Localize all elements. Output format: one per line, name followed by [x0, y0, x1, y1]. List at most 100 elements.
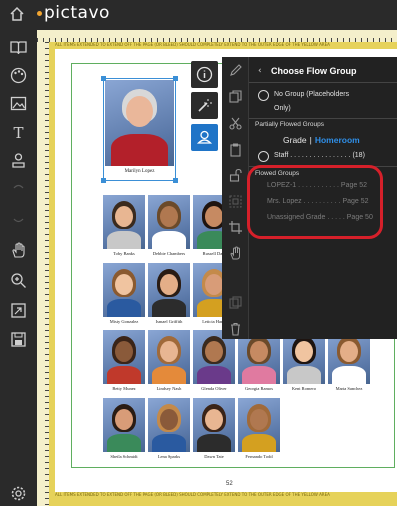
portrait-shirt — [152, 434, 186, 452]
book-icon[interactable] — [9, 38, 28, 57]
portrait-face — [115, 409, 133, 430]
palette-icon[interactable] — [9, 66, 28, 85]
portrait-face — [160, 341, 178, 362]
teacher-portrait[interactable]: Marilyn Lopez — [101, 76, 178, 183]
portrait-shirt — [332, 366, 366, 384]
no-group-label-cont[interactable]: Only) — [274, 105, 291, 112]
back-chevron-icon[interactable]: ‹ — [258, 66, 262, 76]
student-name: Lindsey Nash — [156, 386, 182, 391]
student-name: Toby Banks — [113, 251, 135, 256]
pan-icon[interactable] — [228, 246, 243, 261]
pictavo-logo: pictavo — [37, 3, 110, 23]
student-portrait[interactable] — [148, 195, 190, 249]
no-group-radio[interactable] — [258, 90, 269, 101]
portrait-face — [115, 206, 133, 227]
portrait-face — [295, 341, 313, 362]
magic-wand-button[interactable] — [191, 92, 218, 119]
stamp-icon[interactable] — [9, 151, 28, 170]
page-number: 52 — [226, 481, 233, 487]
staff-radio[interactable] — [258, 151, 269, 162]
settings-gear-icon[interactable] — [9, 484, 28, 503]
student-name: Dawn Tate — [204, 454, 224, 459]
zoom-icon[interactable] — [9, 271, 28, 290]
toggle-separator: | — [309, 135, 312, 145]
resize-handle[interactable] — [173, 76, 178, 81]
student-portrait[interactable] — [193, 398, 235, 452]
student-portrait[interactable] — [103, 398, 145, 452]
trash-icon[interactable] — [228, 321, 243, 336]
staff-group-label[interactable]: Staff . . . . . . . . . . . . . . . . (1… — [274, 152, 365, 159]
portrait-face — [205, 274, 223, 295]
portrait-shirt — [197, 434, 231, 452]
portrait-face — [250, 341, 268, 362]
student-name: Debbie Chambers — [152, 251, 186, 256]
logo-dot — [37, 11, 42, 16]
panel-toolbar — [222, 57, 249, 339]
home-icon[interactable] — [8, 5, 26, 23]
grade-homeroom-toggle[interactable]: Grade | Homeroom — [283, 135, 360, 145]
portrait-face — [160, 274, 178, 295]
selection-frame[interactable] — [103, 78, 176, 181]
resize-handle[interactable] — [101, 178, 106, 183]
student-name: Georgia Ramos — [244, 386, 274, 391]
student-portrait[interactable] — [103, 263, 145, 317]
student-portrait[interactable] — [103, 330, 145, 384]
student-name: Misty Gonzalez — [109, 319, 139, 324]
portrait-shirt — [152, 299, 186, 317]
portrait-face — [205, 206, 223, 227]
duplicate-icon[interactable] — [228, 295, 243, 310]
no-group-label[interactable]: No Group (Placeholders — [274, 91, 349, 98]
portrait-face — [160, 409, 178, 430]
resize-handle[interactable] — [173, 178, 178, 183]
panel-title: Choose Flow Group — [271, 66, 357, 76]
group-icon[interactable] — [228, 194, 243, 209]
redo-icon[interactable] — [9, 208, 28, 227]
hand-icon[interactable] — [9, 241, 28, 260]
cut-icon[interactable] — [228, 116, 243, 131]
student-name: Ismael Griffith — [155, 319, 183, 324]
top-bar: pictavo — [0, 0, 397, 30]
magic-wand-icon — [198, 99, 212, 112]
portrait-face — [250, 409, 268, 430]
portrait-shirt — [242, 366, 276, 384]
student-name: Glenda Oliver — [201, 386, 227, 391]
student-portrait[interactable] — [148, 330, 190, 384]
app-window: pictavo T ALL ITEMS EXTENDED TO EXTEND O… — [0, 0, 397, 506]
paste-icon[interactable] — [228, 142, 243, 157]
portrait-shirt — [107, 231, 141, 249]
portrait-flow-button[interactable] — [191, 124, 218, 151]
student-portrait[interactable] — [148, 263, 190, 317]
page-export-icon[interactable] — [9, 301, 28, 320]
save-icon[interactable] — [9, 330, 28, 349]
text-icon[interactable]: T — [9, 123, 28, 142]
copy-icon[interactable] — [228, 89, 243, 104]
portrait-shirt — [152, 366, 186, 384]
toggle-grade[interactable]: Grade — [283, 135, 307, 145]
title-divider — [249, 82, 397, 83]
bleed-warning-top: ALL ITEMS EXTENDED TO EXTEND OFF THE PAG… — [55, 42, 330, 47]
portrait-shirt — [107, 299, 141, 317]
student-name: Sheila Schmidt — [110, 454, 138, 459]
pencil-icon[interactable] — [228, 63, 243, 78]
crop-icon[interactable] — [228, 220, 243, 235]
student-portrait[interactable] — [103, 195, 145, 249]
info-icon — [196, 66, 213, 83]
portrait-face — [205, 341, 223, 362]
info-button[interactable] — [191, 61, 218, 88]
resize-handle[interactable] — [101, 76, 106, 81]
left-toolbar: T — [0, 30, 37, 506]
portrait-shirt — [107, 366, 141, 384]
portrait-shirt — [242, 434, 276, 452]
toggle-homeroom[interactable]: Homeroom — [315, 135, 360, 145]
student-name: Fernando Todd — [245, 454, 273, 459]
portrait-face — [340, 341, 358, 362]
portrait-shirt — [197, 366, 231, 384]
portrait-shirt — [152, 231, 186, 249]
undo-icon[interactable] — [9, 180, 28, 199]
student-portrait[interactable] — [148, 398, 190, 452]
left-ruler — [37, 42, 49, 506]
student-portrait[interactable] — [238, 398, 280, 452]
image-icon[interactable] — [9, 94, 28, 113]
section-divider — [249, 118, 397, 119]
unlock-icon[interactable] — [228, 168, 243, 183]
